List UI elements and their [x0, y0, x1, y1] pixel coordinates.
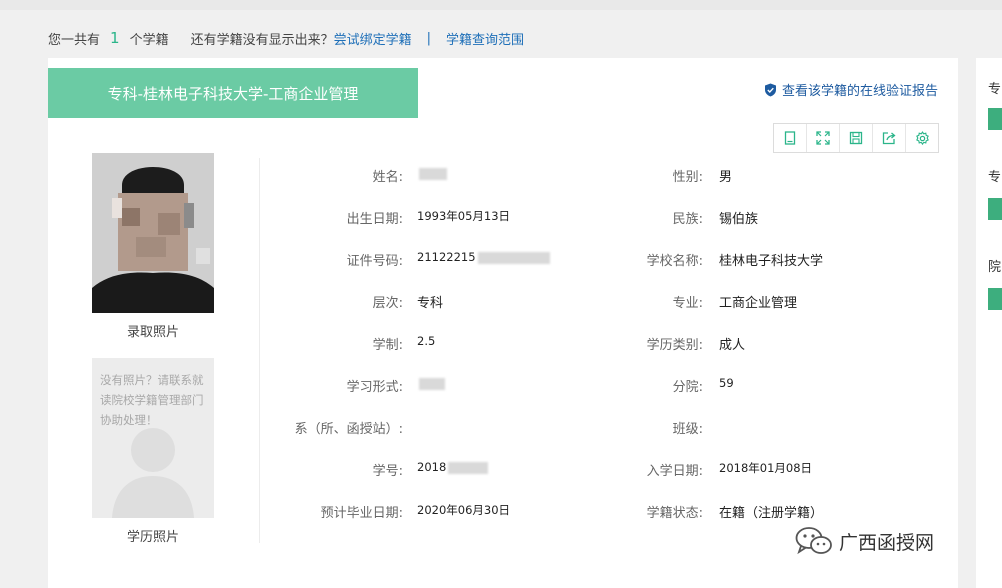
- edu-type-value: 成人: [719, 338, 746, 353]
- student-record-card: 专科-桂林电子科技大学-工商企业管理 查看该学籍的在线验证报告 录取照片 没有照…: [48, 58, 958, 588]
- diploma-photo-placeholder: 没有照片？请联系就读院校学籍管理部门协助处理！: [92, 358, 214, 518]
- verification-report-link[interactable]: 查看该学籍的在线验证报告: [764, 80, 938, 99]
- side-label-1: 专: [988, 82, 1002, 97]
- name-label: 姓名:: [372, 170, 403, 185]
- ethnicity-value: 锡伯族: [719, 212, 759, 227]
- gender-value: 男: [719, 170, 733, 185]
- birth-value: 1993年05月13日: [417, 209, 511, 223]
- edu-type-label: 学历类别:: [646, 338, 703, 353]
- expand-icon: [816, 131, 830, 145]
- enroll-date-label: 入学日期:: [646, 464, 703, 479]
- student-no-prefix: 2018: [417, 460, 447, 474]
- summary-question: 还有学籍没有显示出来？: [190, 32, 334, 48]
- save-icon: [849, 131, 863, 145]
- name-value: [417, 166, 447, 181]
- query-scope-link[interactable]: 学籍查询范围: [446, 29, 524, 48]
- side-button-2[interactable]: [988, 198, 1002, 220]
- school-label: 学校名称:: [646, 254, 703, 269]
- school-value: 桂林电子科技大学: [719, 254, 824, 269]
- link-separator: |: [426, 30, 431, 46]
- study-form-redacted: [419, 377, 445, 390]
- watermark: 广西函授网: [795, 526, 934, 556]
- birth-label: 出生日期:: [346, 212, 403, 227]
- shield-icon: [764, 83, 776, 96]
- summary-suffix: 个学籍: [129, 32, 169, 48]
- id-value: 21122215: [417, 250, 550, 264]
- watermark-text: 广西函授网: [839, 531, 935, 554]
- graduation-date-label: 预计毕业日期:: [320, 506, 403, 521]
- summary-bar: 您一共有 1 个学籍 还有学籍没有显示出来？ 尝试绑定学籍 | 学籍查询范围: [48, 27, 524, 49]
- side-button-1[interactable]: [988, 108, 1002, 130]
- duration-value: 2.5: [417, 334, 436, 348]
- level-label: 层次:: [372, 296, 403, 311]
- settings-button[interactable]: [906, 124, 938, 152]
- share-button[interactable]: [873, 124, 906, 152]
- id-prefix: 21122215: [417, 250, 476, 264]
- save-button[interactable]: [840, 124, 873, 152]
- student-no-value: 2018: [417, 460, 489, 474]
- branch-label: 分院:: [672, 380, 703, 395]
- share-icon: [882, 132, 896, 145]
- settings-icon: [915, 130, 929, 145]
- side-label-3: 院: [988, 260, 1002, 275]
- summary-prefix: 您一共有: [48, 32, 101, 48]
- side-panel: 专 专 院: [976, 58, 1002, 588]
- admission-photo: [92, 153, 214, 313]
- student-no-redacted: [448, 461, 489, 474]
- no-photo-message: 没有照片？请联系就读院校学籍管理部门协助处理！: [100, 373, 204, 427]
- fullscreen-button[interactable]: [807, 124, 840, 152]
- record-toolbar: [773, 123, 939, 153]
- verification-report-label: 查看该学籍的在线验证报告: [781, 84, 938, 99]
- student-no-label: 学号:: [372, 464, 403, 479]
- gender-label: 性别:: [672, 170, 703, 185]
- document-icon: [784, 131, 796, 145]
- bind-record-link[interactable]: 尝试绑定学籍: [334, 29, 412, 48]
- ethnicity-label: 民族:: [672, 212, 703, 227]
- top-strip: [0, 0, 1002, 10]
- study-form-value: [417, 376, 445, 391]
- name-redacted: [419, 167, 447, 180]
- status-value: 在籍（注册学籍）: [719, 506, 824, 521]
- side-label-2: 专: [988, 170, 1002, 185]
- wechat-icon: [795, 527, 832, 555]
- level-value: 专科: [417, 296, 444, 311]
- major-value: 工商企业管理: [719, 296, 798, 311]
- class-label: 班级:: [672, 422, 703, 437]
- side-button-3[interactable]: [988, 288, 1002, 310]
- status-label: 学籍状态:: [646, 506, 703, 521]
- document-button[interactable]: [774, 124, 807, 152]
- department-label: 系（所、函授站）:: [294, 422, 403, 437]
- branch-value: 59: [719, 376, 734, 390]
- id-redacted: [477, 251, 550, 264]
- diploma-photo-caption: 学历照片: [126, 530, 179, 545]
- major-label: 专业:: [672, 296, 703, 311]
- column-divider: [259, 158, 260, 543]
- study-form-label: 学习形式:: [346, 380, 403, 395]
- id-label: 证件号码:: [346, 254, 403, 269]
- graduation-date-value: 2020年06月30日: [417, 503, 511, 517]
- record-count: 1: [110, 29, 120, 47]
- record-title-banner: 专科-桂林电子科技大学-工商企业管理: [48, 68, 418, 118]
- admission-photo-caption: 录取照片: [126, 325, 179, 340]
- duration-label: 学制:: [372, 338, 403, 353]
- enroll-date-value: 2018年01月08日: [719, 461, 813, 475]
